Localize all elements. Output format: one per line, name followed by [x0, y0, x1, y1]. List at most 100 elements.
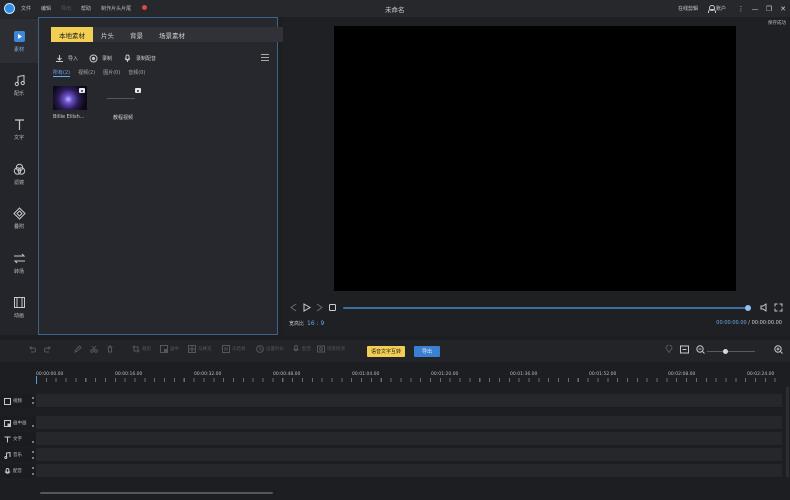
zoom-slider-handle[interactable]: [723, 349, 728, 354]
zoom-slider[interactable]: [707, 351, 755, 352]
ruler-label: 00:01:36.00: [510, 372, 538, 377]
tab-intro[interactable]: 片头: [93, 27, 122, 42]
rail-item-label: 素材: [13, 46, 24, 53]
rail-item-filter[interactable]: 滤镜: [0, 152, 38, 196]
filter-video[interactable]: 视频(2): [78, 69, 95, 77]
track-lock-icon[interactable]: [32, 397, 34, 399]
menu-edit[interactable]: 编辑: [41, 5, 51, 12]
voiceover-button[interactable]: 配音: [292, 345, 311, 353]
online-editing-link[interactable]: 在线剪辑: [678, 5, 698, 12]
track-lock-icon[interactable]: [32, 467, 34, 469]
track-lane[interactable]: [36, 432, 782, 446]
playhead[interactable]: [36, 376, 37, 384]
rail-item-animation[interactable]: 动画: [0, 285, 38, 329]
track-mute-icon[interactable]: [32, 457, 34, 459]
more-menu-icon[interactable]: ⋮: [734, 0, 748, 17]
zoom-out-icon[interactable]: [696, 345, 705, 354]
prev-frame-icon[interactable]: [289, 303, 298, 312]
track-voice: 配音: [0, 464, 790, 478]
account-button[interactable]: 账户: [707, 5, 726, 13]
close-button[interactable]: ✕: [776, 0, 790, 17]
import-label: 导入: [68, 56, 79, 62]
track-lane[interactable]: [36, 394, 782, 408]
pip-track-icon: [4, 419, 11, 427]
freeze-icon: [222, 345, 230, 353]
timeline-horizontal-scrollbar[interactable]: [40, 492, 273, 494]
tab-local-media[interactable]: 本地素材: [51, 27, 93, 42]
rail-item-media[interactable]: 素材: [0, 19, 38, 63]
preview-screen: [334, 26, 736, 291]
track-header: 音乐: [0, 448, 36, 462]
filter-image[interactable]: 图片(0): [103, 69, 120, 77]
pip-button[interactable]: 画中: [160, 345, 179, 353]
play-icon[interactable]: [302, 303, 311, 312]
rail-item-label: 转场: [13, 268, 24, 275]
restore-button[interactable]: ❐: [762, 0, 776, 17]
fit-timeline-icon[interactable]: [680, 345, 689, 354]
text-track-icon: [4, 436, 11, 442]
freeze-frame-button[interactable]: 冻结帧: [222, 345, 246, 353]
track-lock-icon[interactable]: [32, 441, 34, 443]
asset-name: Billie Eilish...: [53, 114, 85, 120]
track-lock-icon[interactable]: [32, 425, 34, 427]
record-voice-button[interactable]: 录制配音: [123, 54, 156, 63]
menu-export[interactable]: 导出: [61, 5, 71, 12]
text-icon: [14, 118, 24, 130]
set-duration-button[interactable]: 设置时长: [256, 345, 284, 353]
track-label: 视频: [13, 399, 22, 404]
volume-icon[interactable]: [760, 303, 769, 312]
set-duration-label: 设置时长: [266, 347, 284, 352]
rail-item-music[interactable]: 配乐: [0, 63, 38, 107]
scissors-icon[interactable]: [90, 345, 98, 353]
track-lock-icon[interactable]: [32, 451, 34, 453]
media-tabs: 本地素材 片头 背景 场景素材: [51, 27, 309, 42]
menu-make-intro[interactable]: 制作片头片尾: [101, 5, 148, 12]
rail-item-text[interactable]: 文字: [0, 107, 38, 151]
list-view-icon[interactable]: [261, 54, 269, 61]
voice-to-text-button[interactable]: 语音文字互转: [367, 346, 405, 357]
music-track-icon: [4, 451, 11, 459]
stop-icon[interactable]: [328, 303, 337, 312]
export-button[interactable]: 导出: [414, 346, 440, 357]
mosaic-button[interactable]: 马赛克: [188, 345, 212, 353]
crop-button[interactable]: 裁剪: [132, 345, 151, 353]
import-button[interactable]: 导入: [55, 54, 78, 63]
record-button[interactable]: 录制: [89, 54, 112, 63]
tab-scene-media[interactable]: 场景素材: [151, 27, 193, 42]
track-lane[interactable]: [36, 464, 782, 478]
ruler-label: 00:02:24.00: [747, 372, 775, 377]
undo-icon[interactable]: [28, 345, 36, 353]
track-label: 配音: [13, 469, 22, 474]
track-lane[interactable]: [36, 416, 782, 430]
menu-file[interactable]: 文件: [21, 5, 31, 12]
tab-background[interactable]: 背景: [122, 27, 151, 42]
ruler-label: 00:00:32.00: [194, 372, 222, 377]
timeline-ruler[interactable]: 00:00:00.00 00:00:16.00 00:00:32.00 00:0…: [36, 364, 790, 384]
marker-icon[interactable]: [665, 345, 673, 353]
scene-detect-button[interactable]: 场景检测: [317, 345, 345, 353]
filter-audio[interactable]: 音频(0): [128, 69, 145, 77]
scene-detect-label: 场景检测: [327, 347, 345, 352]
track-mute-icon[interactable]: [32, 473, 34, 475]
track-mute-icon[interactable]: [32, 402, 34, 404]
redo-icon[interactable]: [44, 345, 52, 353]
menu-help[interactable]: 帮助: [81, 5, 91, 12]
rail-item-transition[interactable]: 转场: [0, 241, 38, 285]
media-asset[interactable]: 教程视频: [103, 86, 143, 121]
minimize-button[interactable]: —: [748, 0, 762, 17]
track-lane[interactable]: [36, 448, 782, 462]
filter-all[interactable]: 所有(2): [53, 69, 71, 77]
progress-bar[interactable]: [343, 307, 749, 309]
pip-icon: [160, 345, 168, 353]
delete-icon[interactable]: [106, 345, 114, 353]
next-frame-icon[interactable]: [315, 303, 324, 312]
timeline-vertical-scrollbar[interactable]: [786, 387, 789, 477]
rail-item-overlay[interactable]: 叠附: [0, 196, 38, 240]
microphone-icon: [124, 54, 131, 62]
fullscreen-icon[interactable]: [774, 303, 783, 312]
aspect-ratio[interactable]: 宽高比 16 : 9: [289, 320, 324, 327]
zoom-in-icon[interactable]: [774, 345, 783, 354]
media-asset[interactable]: Billie Eilish...: [53, 86, 87, 120]
progress-handle[interactable]: [745, 305, 751, 311]
pen-icon[interactable]: [74, 345, 82, 353]
